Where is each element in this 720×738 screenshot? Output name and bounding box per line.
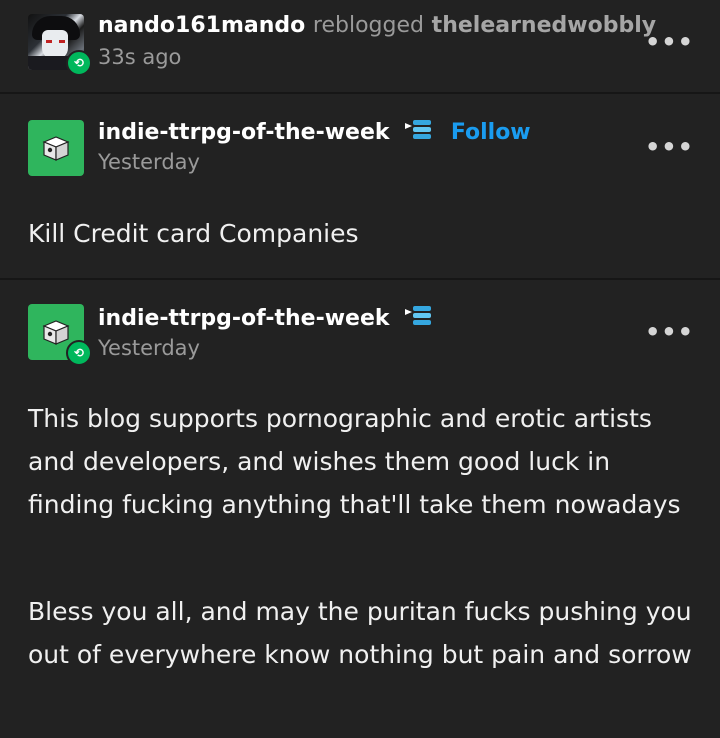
- post-1-header: indie-ttrpg-of-the-week Follow: [98, 118, 531, 145]
- reblog-icon: ⟲: [66, 340, 92, 366]
- reblog-timestamp[interactable]: 33s ago: [98, 45, 181, 69]
- blog-name[interactable]: indie-ttrpg-of-the-week: [98, 306, 390, 331]
- post-2: ⟲ indie-ttrpg-of-the-week Yesterday ••• …: [0, 280, 720, 736]
- post-1-timestamp[interactable]: Yesterday: [98, 150, 200, 174]
- reblog-line: nando161mando reblogged thelearnedwobbly: [98, 13, 656, 38]
- reblogger-username[interactable]: nando161mando: [98, 13, 305, 38]
- blog-name[interactable]: indie-ttrpg-of-the-week: [98, 120, 390, 145]
- reblog-source-username[interactable]: thelearnedwobbly: [432, 13, 656, 38]
- blog-avatar[interactable]: [28, 120, 84, 176]
- more-options-icon[interactable]: •••: [645, 133, 694, 161]
- follow-button[interactable]: Follow: [451, 120, 531, 145]
- post-2-paragraph: This blog supports pornographic and erot…: [28, 404, 681, 519]
- post-2-body: This blog supports pornographic and erot…: [28, 397, 694, 676]
- post-2-paragraph: Bless you all, and may the puritan fucks…: [28, 597, 692, 669]
- more-options-icon[interactable]: •••: [645, 318, 694, 346]
- reblog-action: reblogged: [312, 13, 424, 38]
- verified-badge-icon[interactable]: [403, 118, 433, 142]
- post-2-timestamp[interactable]: Yesterday: [98, 336, 200, 360]
- post-1: indie-ttrpg-of-the-week Follow Yesterday…: [0, 94, 720, 280]
- reblog-header: ⟲ nando161mando reblogged thelearnedwobb…: [0, 0, 720, 94]
- more-options-icon[interactable]: •••: [645, 28, 694, 56]
- reblog-icon: ⟲: [66, 50, 92, 76]
- verified-badge-icon[interactable]: [403, 304, 433, 328]
- post-1-body: Kill Credit card Companies: [28, 212, 694, 255]
- dice-icon: [42, 320, 70, 345]
- post-2-header: indie-ttrpg-of-the-week: [98, 304, 433, 331]
- post-1-text: Kill Credit card Companies: [28, 219, 359, 248]
- dice-icon: [42, 136, 70, 161]
